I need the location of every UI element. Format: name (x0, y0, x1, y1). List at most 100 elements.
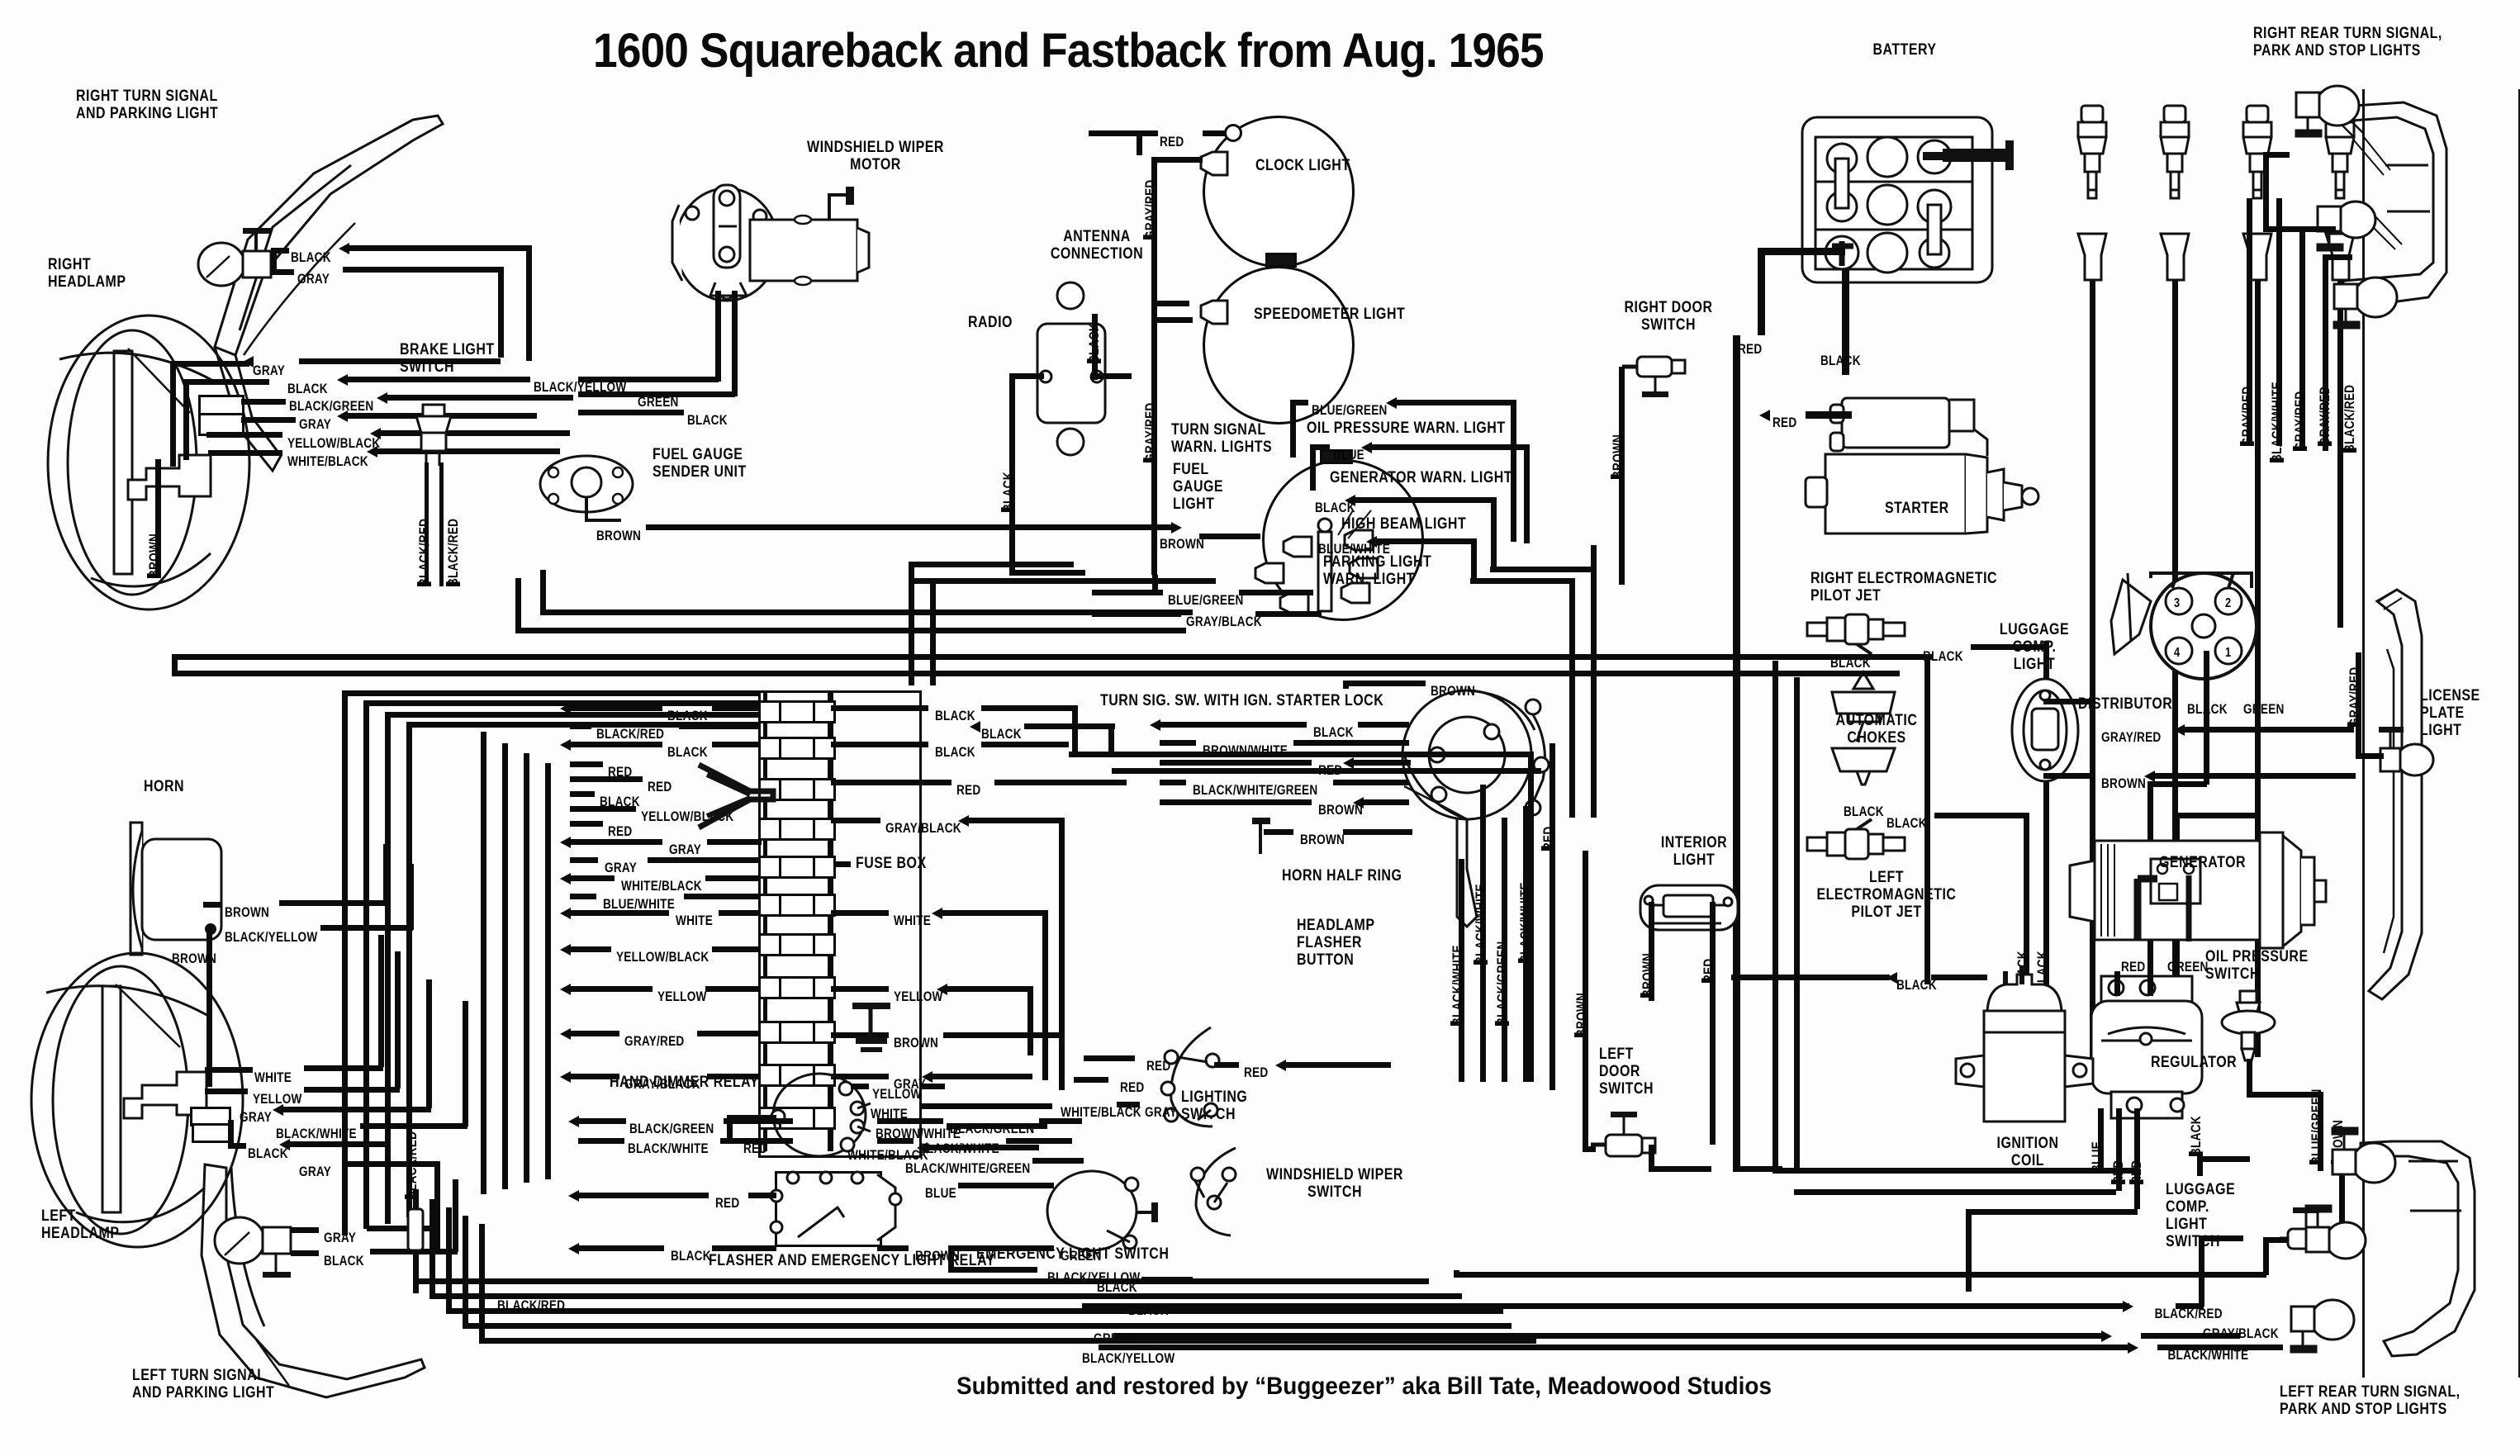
wire-seg (1095, 373, 1132, 379)
label-radio: RADIO (968, 314, 1013, 331)
harness-run (1528, 752, 1534, 1082)
fuel-gauge-sender-shape (539, 454, 634, 522)
arrow-icon (560, 944, 571, 956)
wirelabel-black: BLACK (287, 381, 328, 396)
wirelabel-brown: BROWN (225, 904, 270, 920)
label-left-door-switch: LEFT DOOR SWITCH (1599, 1046, 1654, 1098)
label-right-headlamp: RIGHT HEADLAMP (48, 256, 126, 291)
wire-seg (1733, 335, 1740, 1169)
wire-seg (1376, 538, 1477, 544)
wire-seg (279, 900, 388, 906)
wire-seg (2263, 152, 2269, 231)
right-pilot-jet-shape (1806, 613, 1906, 656)
wire-seg (1471, 538, 1477, 578)
wirelabel-black-green: BLACK/GREEN (950, 1121, 1035, 1136)
bottom-harness (479, 1338, 1536, 1344)
harness-run (1107, 654, 1933, 660)
fuse-term (758, 1021, 781, 1044)
wire-seg (2134, 1108, 2140, 1209)
wire-seg (947, 986, 1032, 992)
wire-seg (183, 379, 189, 460)
wirelabel-black-green: BLACK/GREEN (289, 398, 374, 414)
fb-out-black: BLACK (981, 726, 1022, 742)
wire-seg (170, 361, 249, 367)
wirelabel-red: RED (1244, 1065, 1269, 1080)
arrow-icon (568, 1243, 579, 1254)
clock-light-terminal (1224, 124, 1242, 142)
wire-seg (712, 1245, 776, 1251)
label-high-beam-light: HIGH BEAM LIGHT (1341, 515, 1467, 533)
wirelabel-brown: BROWN (172, 951, 217, 966)
wirelabel-gray: GRAY (240, 1109, 273, 1125)
wire-seg (570, 821, 603, 827)
wirelabel-gray-red: GRAY/RED (2347, 666, 2362, 727)
wirelabel-brown: BROWN (1573, 992, 1589, 1037)
arrow-icon (377, 392, 387, 404)
wire-seg (2323, 254, 2352, 260)
wirelabel-black-green: BLACK/GREEN (629, 1121, 714, 1136)
wire-seg (1351, 760, 1411, 766)
bottom-harness (429, 1199, 435, 1297)
wire-seg (948, 1267, 1037, 1273)
wire-seg (1649, 1145, 1654, 1169)
wire-seg (1108, 723, 1114, 752)
wirelabel-brown: BROWN (1640, 952, 1655, 998)
arrow-icon (937, 984, 947, 995)
harness-bus (342, 690, 348, 1235)
wire-seg (1117, 1102, 1140, 1107)
wire-seg (205, 1067, 253, 1073)
wirelabel-black-white: BLACK/WHITE (628, 1141, 709, 1156)
wire-seg (578, 1293, 1462, 1299)
arrow-icon (273, 1104, 283, 1116)
arrow-icon (1345, 495, 1355, 506)
wire-seg (377, 448, 560, 454)
wire-seg (349, 245, 532, 251)
label-oil-pressure-switch: OIL PRESSURE SWITCH (2205, 948, 2309, 983)
wirelabel-black-red: BLACK/RED (497, 1297, 566, 1313)
wirelabel-red: RED (1160, 134, 1184, 149)
arrow-icon (568, 1190, 579, 1202)
wire-seg (1333, 780, 1409, 785)
left-rear-bulbs (2290, 1126, 2397, 1354)
wire-seg (968, 818, 1064, 823)
label-right-pilot-jet: RIGHT ELECTROMAGNETIC PILOT JET (1811, 570, 1998, 605)
wire-seg (1255, 611, 1322, 617)
wire-seg (1931, 975, 1987, 980)
fuse-term (758, 700, 781, 723)
wire-seg (1343, 829, 1412, 835)
wire-seg (1649, 1166, 1711, 1172)
wire-seg (387, 395, 573, 401)
arrow-icon (922, 1071, 933, 1083)
bottom-harness (479, 1224, 485, 1341)
wire-seg (1549, 743, 1555, 1090)
wire-seg (1343, 681, 1426, 686)
label-left-pilot-jet: LEFT ELECTROMAGNETIC PILOT JET (1816, 869, 1957, 921)
wirelabel-red: RED (1701, 958, 1716, 983)
wire-seg (1934, 813, 2029, 818)
wire-seg (831, 742, 928, 747)
arrow-icon (970, 721, 980, 733)
fuse-term (758, 976, 781, 999)
wirelabel-gray-red: GRAY/RED (1142, 402, 1158, 462)
flasher-relay-detail (769, 1170, 903, 1242)
label-generator: GENERATOR (2159, 854, 2247, 871)
harness-run (1773, 1168, 2136, 1174)
fuse-term (813, 737, 836, 760)
wire-seg (570, 806, 636, 812)
arrow-icon (2144, 771, 2155, 782)
wire-seg (648, 857, 760, 863)
wire-seg (1160, 722, 1307, 728)
harness-run (1591, 545, 1597, 818)
wire-seg (942, 910, 1047, 916)
harness-run (172, 654, 178, 674)
wire-seg (1214, 1062, 1239, 1068)
wirelabel-black-white: BLACK/WHITE (1450, 945, 1465, 1026)
label-right-door-switch: RIGHT DOOR SWITCH (1624, 299, 1713, 334)
arrow-icon (560, 984, 571, 995)
harness-run (909, 562, 914, 685)
label-interior-light: INTERIOR LIGHT (1660, 834, 1728, 869)
wire-seg (241, 417, 296, 423)
wire-seg (291, 1227, 319, 1233)
wirelabel-black: BLACK (1086, 323, 1102, 363)
label-distributor: DISTRIBUTOR (2078, 695, 2173, 713)
